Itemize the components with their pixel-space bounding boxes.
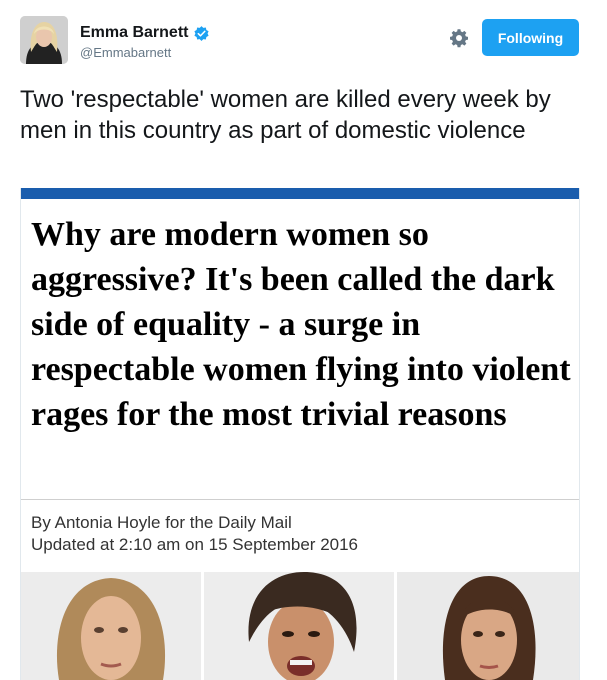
article-photo-2 <box>204 572 394 680</box>
article-card[interactable]: Why are modern women so aggressive? It's… <box>20 188 580 680</box>
article-photo-1 <box>21 572 201 680</box>
name-row: Emma Barnett <box>80 24 210 42</box>
tweet-header: Emma Barnett @Emmabarnett Following <box>0 0 607 72</box>
article-headline[interactable]: Why are modern women so aggressive? It's… <box>31 212 571 437</box>
gear-icon[interactable] <box>449 28 469 48</box>
card-accent-bar <box>21 188 579 199</box>
article-byline: By Antonia Hoyle for the Daily Mail <box>31 513 292 532</box>
avatar-photo <box>20 16 68 64</box>
handle[interactable]: @Emmabarnett <box>80 45 171 60</box>
verified-badge-icon <box>194 25 210 41</box>
display-name[interactable]: Emma Barnett <box>80 24 188 42</box>
following-button[interactable]: Following <box>482 19 579 56</box>
article-updated: Updated at 2:10 am on 15 September 2016 <box>31 535 359 554</box>
article-photo-3 <box>397 572 579 680</box>
tweet-text: Two 'respectable' women are killed every… <box>20 86 551 144</box>
avatar[interactable] <box>20 16 68 64</box>
card-divider <box>21 499 579 500</box>
